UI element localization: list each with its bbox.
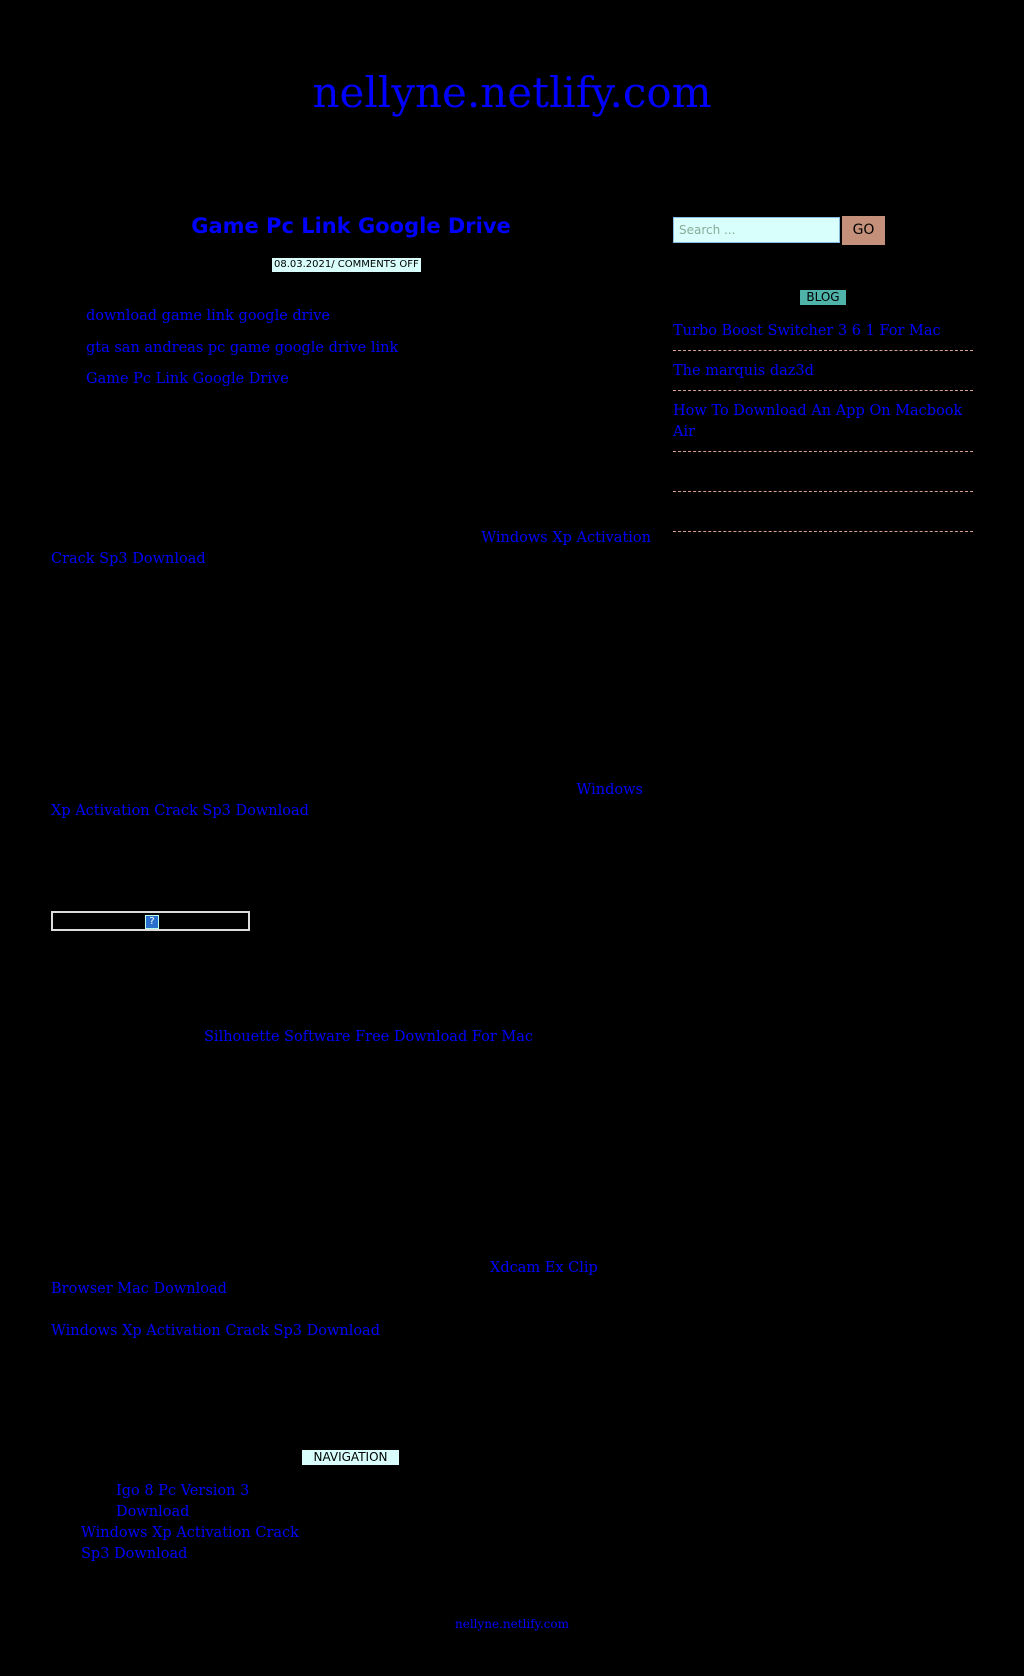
article-link[interactable]: Silhouette Software Free Download For Ma… [204, 1029, 533, 1045]
site-title[interactable]: nellyne.netlify.com [0, 68, 1024, 117]
list-item[interactable]: The marquis daz3d [673, 358, 973, 391]
blog-link[interactable]: Turbo Boost Switcher 3 6 1 For Mac [673, 323, 941, 339]
post-title[interactable]: Game Pc Link Google Drive [51, 214, 651, 238]
tag-link[interactable]: download game link google drive [86, 308, 330, 324]
paragraph-5: Windows Xp Activation Crack Sp3 Download [51, 1321, 651, 1342]
paragraph-3: Silhouette Software Free Download For Ma… [204, 1027, 604, 1048]
blog-label: BLOG [800, 290, 846, 305]
tag-links: download game link google drive gta san … [86, 308, 398, 403]
article-link[interactable]: Browser Mac Download [51, 1281, 227, 1297]
article-link[interactable]: Xp Activation Crack Sp3 Download [51, 803, 309, 819]
article-link[interactable]: Windows Xp Activation Crack Sp3 Download [51, 1323, 380, 1339]
tag-link[interactable]: Game Pc Link Google Drive [86, 371, 289, 387]
article-link[interactable]: Windows [577, 782, 644, 798]
list-item[interactable] [673, 459, 973, 492]
paragraph-1: Windows Xp Activation Crack Sp3 Download [51, 528, 651, 570]
nav-link[interactable]: Igo 8 Pc Version 3 Download [116, 1483, 249, 1520]
article-link[interactable]: Xdcam Ex Clip [490, 1260, 598, 1276]
navigation-label: NAVIGATION [302, 1450, 399, 1465]
blog-link[interactable]: The marquis daz3d [673, 363, 814, 379]
paragraph-4: Xdcam Ex Clip Browser Mac Download [51, 1258, 651, 1300]
post-meta: 08.03.2021/ COMMENTS OFF [272, 258, 421, 272]
article-link[interactable]: Windows Xp Activation [481, 530, 651, 546]
go-button[interactable]: GO [842, 216, 885, 245]
list-item[interactable]: How To Download An App On Macbook Air [673, 398, 973, 452]
navigation-links: Igo 8 Pc Version 3 Download Windows Xp A… [81, 1481, 321, 1565]
paragraph-2: Windows Xp Activation Crack Sp3 Download [51, 780, 651, 822]
article-link[interactable]: Crack Sp3 Download [51, 551, 206, 567]
nav-link[interactable]: Sp3 Download [81, 1546, 187, 1562]
blog-list: Turbo Boost Switcher 3 6 1 For Mac The m… [673, 318, 973, 539]
list-item[interactable] [673, 499, 973, 532]
broken-image: ? [51, 911, 250, 931]
tag-link[interactable]: gta san andreas pc game google drive lin… [86, 340, 398, 356]
list-item[interactable]: Turbo Boost Switcher 3 6 1 For Mac [673, 318, 973, 351]
blog-link[interactable]: How To Download An App On Macbook Air [673, 403, 962, 440]
broken-image-icon: ? [145, 915, 159, 929]
nav-link[interactable]: Windows Xp Activation Crack [81, 1525, 299, 1541]
search-input[interactable]: Search ... [673, 217, 840, 243]
footer-link[interactable]: nellyne.netlify.com [0, 1617, 1024, 1631]
